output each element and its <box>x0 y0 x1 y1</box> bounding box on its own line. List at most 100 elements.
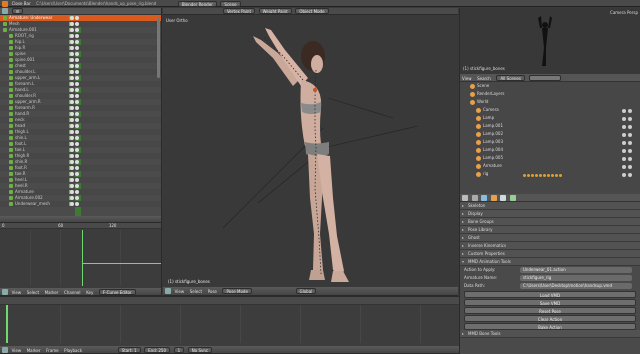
outliner-scrollbar[interactable] <box>157 18 160 78</box>
scene-tree-row[interactable]: Scene <box>460 82 640 90</box>
panel-header[interactable]: Ghost <box>460 234 640 242</box>
transform-orientation-select[interactable]: Global <box>295 288 317 294</box>
interaction-mode-select[interactable]: Pose Mode <box>222 288 252 294</box>
mode-select[interactable]: F-Curve Editor <box>98 289 136 295</box>
outliner-row-label: shin.R <box>15 159 28 164</box>
property-field[interactable]: Underwear_01.action <box>520 267 632 273</box>
bone-icon <box>9 100 13 104</box>
visibility-icons[interactable] <box>69 202 79 208</box>
scene-tree-row[interactable]: Camera <box>460 106 640 114</box>
panel-header[interactable]: Inverse Kinematics <box>460 242 640 250</box>
outliner-header: ☰ <box>0 8 161 15</box>
outliner-row-label: heel.R <box>15 183 28 188</box>
selected-bone-marker[interactable] <box>313 88 317 92</box>
search-input[interactable] <box>528 75 561 81</box>
render-tab-icon[interactable] <box>462 195 468 201</box>
frame-cursor[interactable] <box>82 230 83 286</box>
menu-view[interactable]: View <box>462 76 472 81</box>
editor-type-icon[interactable] <box>2 347 8 353</box>
menu-marker[interactable]: Marker <box>27 348 41 353</box>
armature-tab-icon[interactable] <box>500 195 507 201</box>
blender-logo-icon[interactable] <box>2 0 8 7</box>
menu-view[interactable]: View <box>175 289 185 294</box>
mmd-action-button[interactable]: Clear Action <box>464 315 636 322</box>
property-field[interactable]: C:\Users\User\Desktop\motion\handsup.vmd <box>520 283 632 289</box>
menu-pose[interactable]: Pose <box>208 289 217 294</box>
scene-tree-row[interactable]: Lamp.001 <box>460 122 640 130</box>
bone-icon <box>9 70 13 74</box>
world-tab-icon[interactable] <box>481 195 488 201</box>
menu-marker[interactable]: Marker <box>45 290 59 295</box>
panel-header[interactable]: Bone Groups <box>460 218 640 226</box>
panel-header[interactable]: Skeleton <box>460 202 640 210</box>
camera-preview[interactable]: Camera Persp (1) stickfigure_bones <box>459 8 640 74</box>
frame-cursor[interactable] <box>6 305 8 343</box>
scene-tree-row[interactable]: Armature <box>460 162 640 170</box>
panel-header[interactable]: Pose Library <box>460 226 640 234</box>
property-field[interactable]: stickfigure_rig <box>520 275 632 281</box>
view-menu[interactable]: ☰ <box>11 8 24 14</box>
editor-type-icon[interactable] <box>2 8 8 14</box>
menu-select[interactable]: Select <box>190 289 202 294</box>
bone-icon <box>9 88 13 92</box>
timeline-ruler[interactable] <box>0 297 459 305</box>
scene-tree-row[interactable]: World <box>460 98 640 106</box>
graph-ruler[interactable]: 0 60 120 <box>0 223 161 229</box>
outliner-row-label: Mesh <box>9 21 20 26</box>
scene-tab-icon[interactable] <box>471 195 478 201</box>
scene-tree-row[interactable]: Lamp <box>460 114 640 122</box>
object-tab-icon[interactable] <box>490 195 497 201</box>
scene-tree-row[interactable]: Lamp.005 <box>460 154 640 162</box>
scene-outliner: View Search All Scenes Scene RenderLayers… <box>459 74 640 194</box>
current-frame-field[interactable]: 1 <box>173 347 185 353</box>
scene-tree-row[interactable]: rig <box>460 170 640 178</box>
scene-tree-row[interactable]: Lamp.003 <box>460 138 640 146</box>
scene-select[interactable]: Scene <box>220 0 241 7</box>
menu-playback[interactable]: Playback <box>64 348 82 353</box>
outliner-row-label: neck <box>15 117 25 122</box>
mmd-action-button[interactable]: Bake Action <box>464 323 636 330</box>
mmd-fields: Action to Apply: Underwear_01.action Armat… <box>460 266 640 290</box>
menu-search[interactable]: Search <box>477 76 491 81</box>
mmd-action-button[interactable]: Load VMD <box>464 291 636 298</box>
menu-view[interactable]: View <box>12 348 22 353</box>
menu-view[interactable]: View <box>12 290 22 295</box>
panel-header[interactable]: MMD Animation Tools <box>460 258 640 266</box>
grid-line <box>420 305 421 343</box>
start-frame-field[interactable]: Start: 1 <box>117 347 141 353</box>
scene-tree-row[interactable]: Lamp.002 <box>460 130 640 138</box>
3d-viewport[interactable]: Vertex Paint Weight Paint Object Mode Us… <box>163 8 458 296</box>
menu-channel[interactable]: Channel <box>64 290 80 295</box>
panel-mmd-bone-tools[interactable]: MMD Bone Tools <box>460 330 640 338</box>
outliner-row-label: head <box>15 123 25 128</box>
outliner-row-label: upper_arm.R <box>15 99 41 104</box>
bone-icon <box>9 94 13 98</box>
panel-header[interactable]: Custom Properties <box>460 250 640 258</box>
outliner-row-label: thigh.R <box>15 153 30 158</box>
visibility-icons[interactable] <box>620 172 632 180</box>
outliner-row[interactable]: Underwear_mesh <box>0 201 161 207</box>
menu-key[interactable]: Key <box>86 290 93 295</box>
display-mode-select[interactable]: All Scenes <box>496 75 525 81</box>
outliner-row-label: Armature.001 <box>9 27 37 32</box>
mmd-action-button[interactable]: Reset Pose <box>464 307 636 314</box>
menu-select[interactable]: Select <box>27 290 39 295</box>
object-icon <box>476 131 481 137</box>
menu-frame[interactable]: Frame <box>46 348 58 353</box>
scene-tree-row[interactable]: Lamp.004 <box>460 146 640 154</box>
bone-icon <box>9 58 13 62</box>
scene-tree-label: Lamp.003 <box>483 139 504 144</box>
end-frame-field[interactable]: End: 250 <box>144 347 171 353</box>
bone-icon <box>9 46 13 50</box>
scene-tree-row[interactable]: RenderLayers <box>460 90 640 98</box>
editor-type-icon[interactable] <box>2 289 8 295</box>
fcurve[interactable] <box>82 230 161 264</box>
bone-icon <box>3 16 7 20</box>
render-engine-select[interactable]: Blender Render <box>177 0 217 7</box>
panel-header[interactable]: Display <box>460 210 640 218</box>
mmd-action-button[interactable]: Save VMD <box>464 299 636 306</box>
rig-line <box>257 157 314 204</box>
bone-tab-icon[interactable] <box>509 195 516 201</box>
sync-mode-select[interactable]: No Sync <box>187 347 213 353</box>
editor-type-icon[interactable] <box>165 288 171 294</box>
